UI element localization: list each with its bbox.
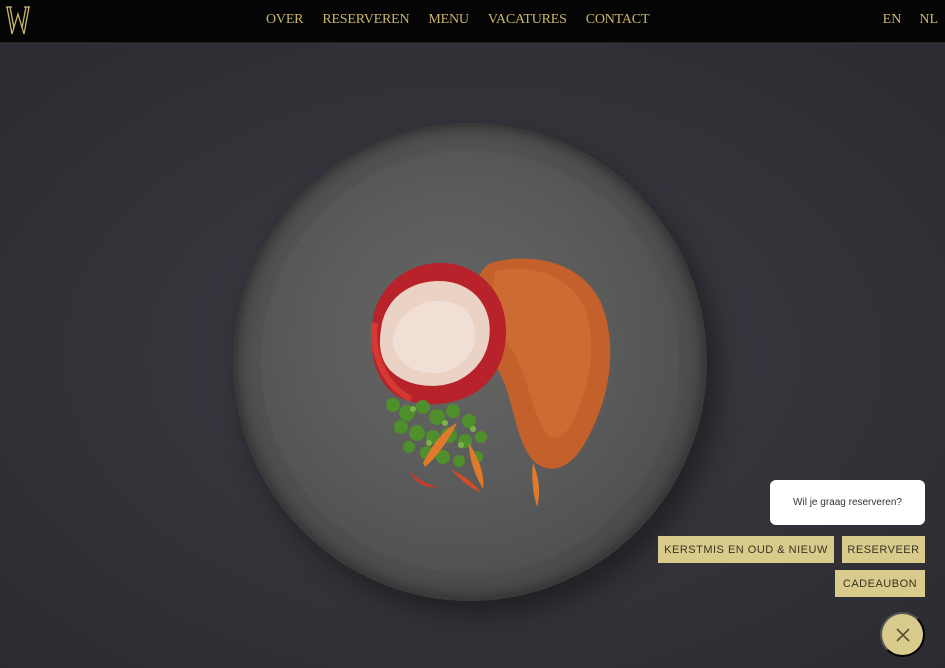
kerst-oud-nieuw-button[interactable]: KERSTMIS EN OUD & NIEUW [658, 536, 834, 563]
reserveer-button[interactable]: RESERVEER [842, 536, 925, 563]
w-monogram-logo[interactable] [5, 4, 31, 38]
site-header: OVER RESERVEREN MENU VACATURES CONTACT E… [0, 0, 945, 43]
close-icon [895, 627, 910, 642]
language-switcher: EN NL [883, 12, 938, 28]
nav-over[interactable]: OVER [266, 12, 304, 28]
lang-en[interactable]: EN [883, 12, 902, 28]
nav-contact[interactable]: CONTACT [586, 12, 650, 28]
lang-nl[interactable]: NL [919, 12, 938, 28]
reservation-prompt: Wil je graag reserveren? [770, 480, 925, 525]
cadeaubon-button[interactable]: CADEAUBON [835, 570, 925, 597]
plate [233, 123, 707, 601]
hero-image [0, 44, 945, 668]
nav-reserveren[interactable]: RESERVEREN [322, 12, 409, 28]
main-nav: OVER RESERVEREN MENU VACATURES CONTACT [266, 12, 668, 28]
nav-menu[interactable]: MENU [428, 12, 469, 28]
lobster-dish-illustration [371, 258, 611, 507]
nav-vacatures[interactable]: VACATURES [488, 12, 567, 28]
close-widget-button[interactable] [880, 612, 925, 657]
